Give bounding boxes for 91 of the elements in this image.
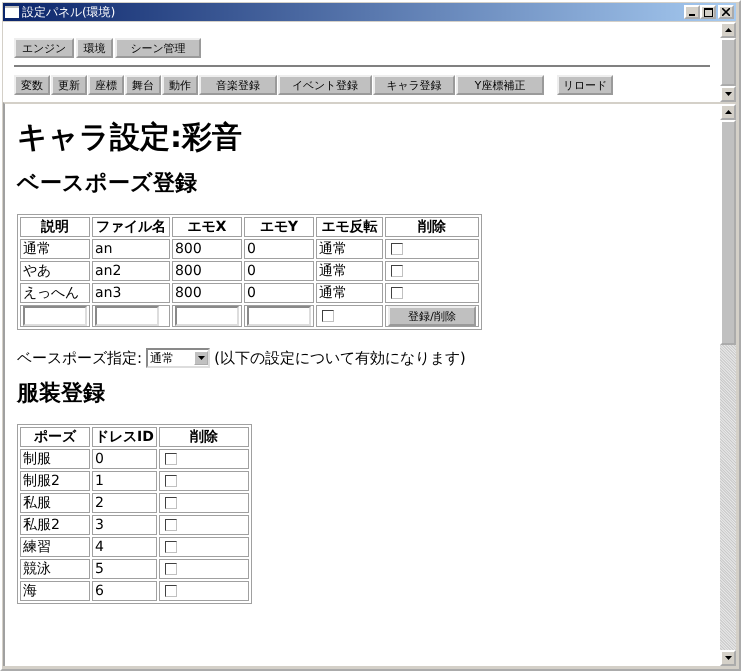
table-cell: an3	[92, 283, 170, 303]
table-cell: 800	[172, 283, 242, 303]
table-cell: 5	[92, 559, 157, 579]
table-cell: 1	[92, 471, 157, 491]
input-field[interactable]	[175, 306, 239, 326]
scroll-up-button[interactable]	[720, 104, 736, 120]
menu-button[interactable]: 音楽登録	[199, 75, 277, 95]
table-cell: 制服2	[20, 471, 90, 491]
section-heading: ベースポーズ登録	[17, 170, 198, 198]
input-field[interactable]	[95, 306, 159, 326]
column-header: エモY	[244, 217, 314, 237]
table-cell: 800	[172, 239, 242, 259]
reload-button[interactable]: リロード	[557, 75, 613, 95]
table-cell: えっへん	[20, 283, 90, 303]
down-triangle-icon	[198, 356, 205, 360]
nav-button[interactable]: エンジン	[14, 38, 74, 58]
checkbox[interactable]	[391, 243, 403, 255]
table-cell: 0	[244, 239, 314, 259]
scrollbar-thumb[interactable]	[720, 120, 736, 345]
table-cell: 800	[172, 261, 242, 281]
table-cell: 0	[244, 283, 314, 303]
note-text: (以下の設定について有効になります)	[214, 348, 466, 368]
checkbox[interactable]	[322, 310, 334, 322]
table-cell: 練習	[20, 537, 90, 557]
input-field[interactable]	[23, 306, 87, 326]
table-cell: an	[92, 239, 170, 259]
menu-button[interactable]: 更新	[51, 75, 87, 95]
checkbox[interactable]	[164, 519, 177, 531]
checkbox[interactable]	[164, 541, 177, 553]
section-heading: 服装登録	[17, 380, 106, 408]
menu-button[interactable]: キャラ登録	[373, 75, 455, 95]
table-cell: 2	[92, 493, 157, 513]
column-header: 削除	[158, 427, 249, 447]
table-cell: 競泳	[20, 559, 90, 579]
scroll-down-button[interactable]	[720, 86, 736, 102]
menu-button[interactable]: 動作	[162, 75, 198, 95]
table-cell: 4	[92, 537, 157, 557]
column-header: ポーズ	[20, 427, 90, 447]
table-cell: an2	[92, 261, 170, 281]
nav-button[interactable]: シーン管理	[115, 38, 201, 58]
menu-button[interactable]: 舞台	[125, 75, 161, 95]
table-cell: 0	[244, 261, 314, 281]
maximize-button[interactable]	[700, 5, 716, 19]
close-icon	[722, 8, 730, 16]
menu-button[interactable]: 変数	[14, 75, 50, 95]
table-cell: 通常	[316, 239, 383, 259]
table-cell: 6	[92, 581, 157, 601]
pose-select[interactable]: 通常	[146, 348, 210, 368]
select-label: ベースポーズ指定:	[17, 348, 142, 368]
column-header: ドレスID	[92, 427, 157, 447]
nav-button[interactable]: 環境	[76, 38, 113, 58]
window-icon	[5, 6, 19, 18]
minimize-button[interactable]	[684, 5, 700, 19]
down-triangle-icon	[724, 656, 732, 660]
checkbox[interactable]	[391, 265, 403, 277]
table-cell: やあ	[20, 261, 90, 281]
table-cell: 海	[20, 581, 90, 601]
scrollbar-thumb[interactable]	[720, 38, 736, 86]
menu-button[interactable]: 座標	[88, 75, 124, 95]
up-triangle-icon	[724, 28, 732, 32]
column-header: エモX	[172, 217, 242, 237]
table-cell: 私服2	[20, 515, 90, 535]
input-field[interactable]	[247, 306, 311, 326]
checkbox[interactable]	[164, 475, 177, 487]
column-header: ファイル名	[92, 217, 170, 237]
menu-button[interactable]: イベント登録	[278, 75, 372, 95]
checkbox[interactable]	[391, 287, 403, 299]
table-cell: 0	[92, 449, 157, 469]
register-button[interactable]: 登録/削除	[388, 306, 476, 326]
page-heading: キャラ設定:彩音	[17, 119, 243, 157]
up-triangle-icon	[724, 110, 732, 114]
column-header: エモ反転	[316, 217, 383, 237]
table-cell: 制服	[20, 449, 90, 469]
close-button[interactable]	[718, 5, 734, 19]
maximize-icon	[704, 8, 712, 16]
column-header: 説明	[20, 217, 90, 237]
scroll-down-button[interactable]	[720, 650, 736, 666]
checkbox[interactable]	[164, 497, 177, 509]
menu-button[interactable]: Y座標補正	[456, 75, 544, 95]
down-triangle-icon	[724, 92, 732, 96]
table-cell: 3	[92, 515, 157, 535]
window-title: 設定パネル(環境)	[22, 4, 116, 20]
checkbox[interactable]	[164, 453, 177, 465]
column-header: 削除	[385, 217, 479, 237]
scroll-up-button[interactable]	[720, 22, 736, 38]
table-cell: 通常	[316, 283, 383, 303]
table-cell: 通常	[316, 261, 383, 281]
checkbox[interactable]	[164, 563, 177, 575]
checkbox[interactable]	[164, 585, 177, 597]
table-cell: 通常	[20, 239, 90, 259]
table-cell: 私服	[20, 493, 90, 513]
